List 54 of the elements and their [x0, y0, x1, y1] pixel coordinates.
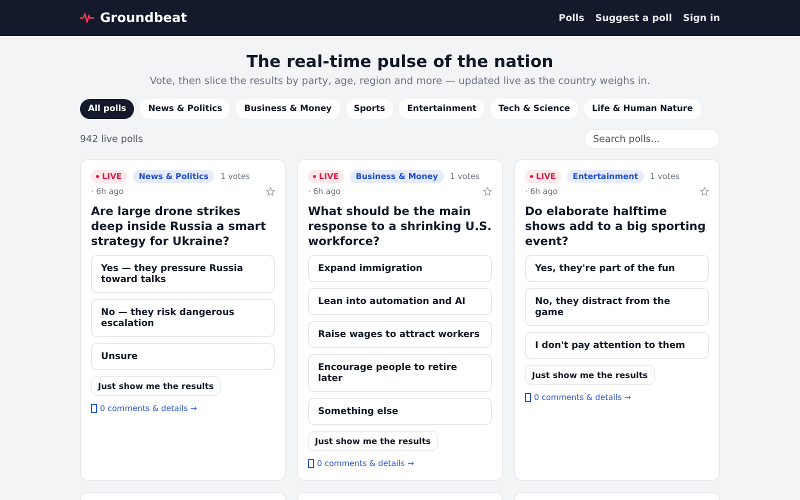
missing-glyph-icon	[308, 459, 314, 468]
category-tag[interactable]: News & Politics	[132, 170, 214, 183]
category-tag[interactable]: Business & Money	[350, 170, 444, 183]
poll-count: 942 live polls	[80, 134, 143, 144]
pulse-icon	[80, 13, 94, 23]
nav-link[interactable]: Suggest a poll	[595, 12, 672, 24]
missing-glyph-icon	[91, 404, 97, 413]
vote-count: 1 votes	[450, 172, 480, 181]
answer-option[interactable]: Something else	[308, 398, 492, 425]
answer-option[interactable]: Yes — they pressure Russia toward talks	[91, 254, 275, 293]
answer-option[interactable]: Lean into automation and AI	[308, 288, 492, 315]
star-icon[interactable]	[700, 187, 709, 196]
search-field[interactable]: Search polls...	[584, 129, 720, 149]
poll-age: · 6h ago	[308, 187, 341, 196]
poll-question: What should be the main response to a shrinking U.S. workforce?	[308, 204, 492, 249]
live-badge: LIVE	[308, 170, 344, 183]
nav-link[interactable]: Polls	[558, 12, 584, 24]
details-link[interactable]: 0 comments & details →	[317, 459, 414, 468]
answer-option[interactable]: No — they risk dangerous escalation	[91, 298, 275, 337]
filter-tab[interactable]: News & Politics	[140, 99, 230, 119]
live-badge: LIVE	[525, 170, 561, 183]
category-tag[interactable]: Entertainment	[566, 170, 644, 183]
filter-tab[interactable]: Business & Money	[236, 99, 340, 119]
page-subtitle: Vote, then slice the results by party, age, region and more — updated live as the country weighs in.	[148, 76, 652, 87]
results-button[interactable]: Just show me the results	[91, 376, 221, 396]
vote-count: 1 votes	[650, 172, 680, 181]
details-link[interactable]: 0 comments & details →	[534, 392, 632, 402]
results-button[interactable]: Just show me the results	[525, 364, 655, 385]
page-title: The real-time pulse of the nation	[246, 52, 554, 71]
filter-tab[interactable]: All polls	[80, 99, 134, 119]
nav-link[interactable]: Sign in	[683, 12, 720, 24]
results-button[interactable]: Just show me the results	[308, 431, 438, 451]
answer-option[interactable]: Yes, they're part of the fun	[525, 254, 709, 282]
details-link[interactable]: 0 comments & details →	[100, 404, 198, 413]
poll-age: · 6h ago	[525, 187, 558, 196]
poll-question: Are large drone strikes deep inside Russia a smart strategy for Ukraine?	[91, 204, 267, 249]
filter-tab[interactable]: Tech & Science	[490, 99, 578, 119]
answer-option[interactable]: Expand immigration	[308, 254, 492, 282]
answer-option[interactable]: No, they distract from the game	[525, 288, 709, 326]
live-badge: LIVE	[91, 170, 127, 183]
answer-option[interactable]: Unsure	[91, 342, 275, 370]
answer-option[interactable]: Raise wages to attract workers	[308, 320, 492, 348]
poll-age: · 6h ago	[91, 187, 124, 196]
poll-question: Do elaborate halftime shows add to a big sporting event?	[525, 204, 707, 249]
filter-tab[interactable]: Life & Human Nature	[584, 99, 701, 119]
star-icon[interactable]	[483, 187, 492, 196]
filter-tab[interactable]: Sports	[346, 99, 394, 119]
filter-tab[interactable]: Entertainment	[399, 99, 484, 119]
brand-name[interactable]: Groundbeat	[100, 10, 187, 26]
missing-glyph-icon	[525, 392, 531, 402]
answer-option[interactable]: I don't pay attention to them	[525, 332, 709, 359]
vote-count: 1 votes	[220, 172, 250, 181]
star-icon[interactable]	[266, 187, 275, 196]
answer-option[interactable]: Encourage people to retire later	[308, 354, 492, 392]
